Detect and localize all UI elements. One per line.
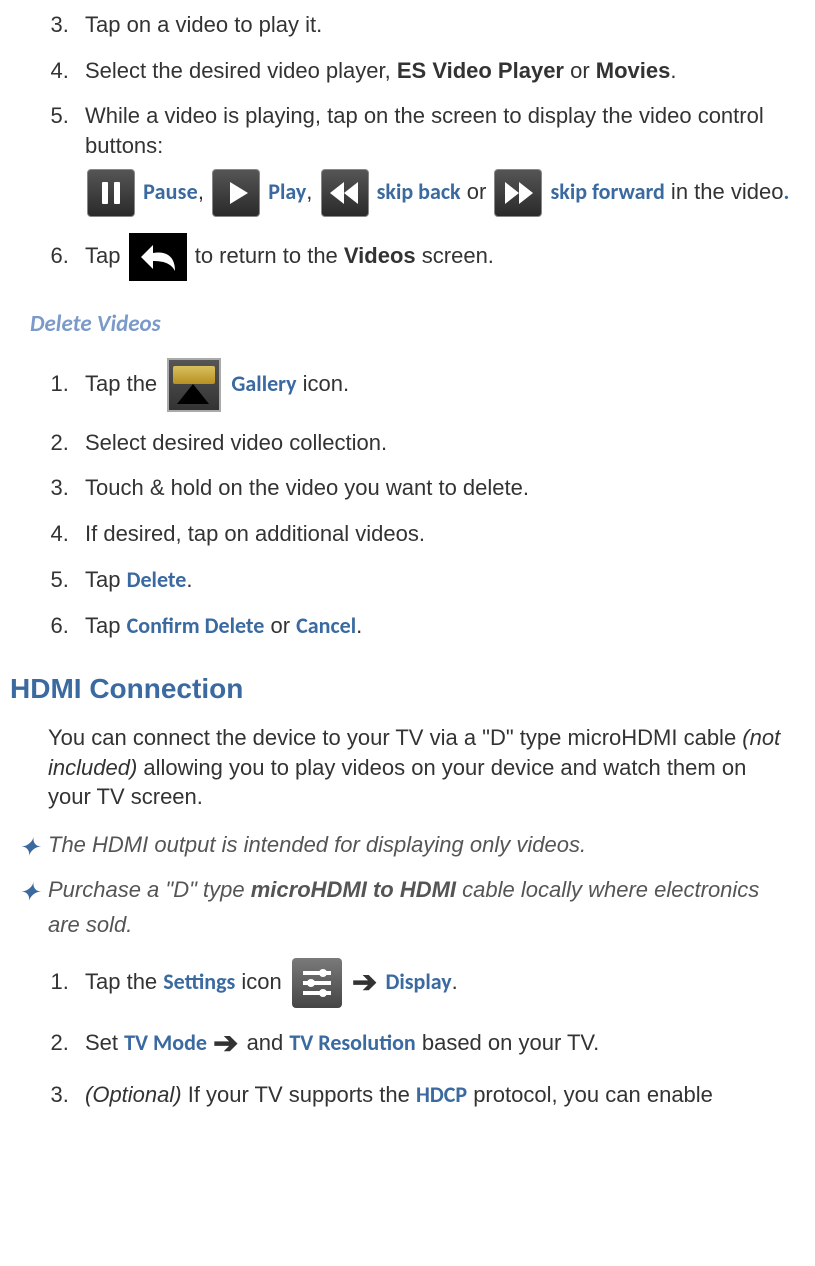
pause-icon	[87, 169, 135, 217]
gallery-label: Gallery	[231, 370, 296, 397]
text: screen.	[416, 243, 494, 268]
text: .	[670, 58, 676, 83]
text: Tap	[85, 243, 127, 268]
step-5: While a video is playing, tap on the scr…	[75, 101, 795, 216]
skip-forward-label: skip forward	[551, 178, 665, 205]
delete-label: Delete	[127, 566, 187, 593]
text: Select the desired video player,	[85, 58, 397, 83]
text: in the video	[665, 179, 784, 204]
display-label: Display	[386, 968, 452, 995]
delete-step-4: If desired, tap on additional videos.	[75, 519, 795, 549]
hdmi-intro: You can connect the device to your TV vi…	[48, 723, 795, 812]
text: icon	[235, 969, 288, 994]
text: icon.	[297, 371, 350, 396]
skip-back-label: skip back	[377, 178, 461, 205]
comma: ,	[198, 179, 210, 204]
text: Tap the	[85, 371, 163, 396]
text: If desired, tap on additional videos.	[85, 521, 425, 546]
text: .	[452, 969, 458, 994]
step-text: Tap on a video to play it.	[85, 12, 322, 37]
skip-back-icon	[321, 169, 369, 217]
arrow-icon: ➔	[213, 1027, 246, 1060]
option-movies: Movies	[596, 58, 671, 83]
hdmi-step-2: Set TV Mode ➔ and TV Resolution based on…	[75, 1024, 795, 1065]
delete-step-6: Tap Confirm Delete or Cancel.	[75, 611, 795, 641]
skip-forward-icon	[494, 169, 542, 217]
text: or	[264, 613, 296, 638]
option-es-video-player: ES Video Player	[397, 58, 564, 83]
tv-mode-label: TV Mode	[124, 1029, 207, 1056]
hdmi-step-1: Tap the Settings icon ➔ Display.	[75, 958, 795, 1008]
video-playback-steps: Tap on a video to play it. Select the de…	[10, 10, 795, 281]
comma: ,	[306, 179, 318, 204]
note-2: ✦Purchase a "D" type microHDMI to HDMI c…	[48, 875, 795, 940]
delete-videos-steps: Tap the Gallery icon. Select desired vid…	[10, 358, 795, 640]
text: You can connect the device to your TV vi…	[48, 725, 742, 750]
gallery-icon	[167, 358, 221, 412]
text: .	[783, 178, 789, 205]
videos-screen: Videos	[344, 243, 416, 268]
settings-label: Settings	[163, 968, 235, 995]
note-text: The HDMI output is intended for displayi…	[48, 832, 586, 857]
text: While a video is playing, tap on the scr…	[85, 103, 764, 158]
star-icon: ✦	[18, 830, 48, 865]
text: protocol, you can enable	[467, 1082, 713, 1107]
text: or	[461, 179, 493, 204]
optional-label: (Optional)	[85, 1082, 182, 1107]
hdcp-label: HDCP	[416, 1081, 467, 1108]
cable-type: microHDMI to HDMI	[251, 877, 456, 902]
hdmi-steps: Tap the Settings icon ➔ Display. Set TV …	[10, 958, 795, 1110]
delete-step-3: Touch & hold on the video you want to de…	[75, 473, 795, 503]
text: If your TV supports the	[182, 1082, 416, 1107]
text: to return to the	[189, 243, 344, 268]
step-6: Tap to return to the Videos screen.	[75, 233, 795, 281]
play-icon	[212, 169, 260, 217]
text: Tap the	[85, 969, 163, 994]
heading-hdmi-connection: HDMI Connection	[10, 670, 795, 708]
text: Tap	[85, 613, 127, 638]
confirm-delete-label: Confirm Delete	[127, 612, 265, 639]
heading-delete-videos: Delete Videos	[30, 309, 795, 340]
settings-icon	[292, 958, 342, 1008]
arrow-icon: ➔	[352, 966, 385, 999]
text: Select desired video collection.	[85, 430, 387, 455]
text: .	[186, 567, 192, 592]
back-icon	[129, 233, 187, 281]
cancel-label: Cancel	[296, 612, 356, 639]
text: Purchase a "D" type	[48, 877, 251, 902]
delete-step-2: Select desired video collection.	[75, 428, 795, 458]
text: allowing you to play videos on your devi…	[48, 755, 746, 810]
tv-resolution-label: TV Resolution	[289, 1029, 415, 1056]
text: based on your TV.	[416, 1030, 599, 1055]
pause-label: Pause	[143, 178, 198, 205]
play-label: Play	[268, 178, 306, 205]
text: Set	[85, 1030, 124, 1055]
note-1: ✦The HDMI output is intended for display…	[48, 830, 795, 865]
text: and	[247, 1030, 290, 1055]
step-4: Select the desired video player, ES Vide…	[75, 56, 795, 86]
hdmi-step-3: (Optional) If your TV supports the HDCP …	[75, 1080, 795, 1110]
delete-step-5: Tap Delete.	[75, 565, 795, 595]
step-3: Tap on a video to play it.	[75, 10, 795, 40]
text: or	[564, 58, 596, 83]
text: Tap	[85, 567, 127, 592]
star-icon: ✦	[18, 875, 48, 910]
text: Touch & hold on the video you want to de…	[85, 475, 529, 500]
delete-step-1: Tap the Gallery icon.	[75, 358, 795, 412]
text: .	[356, 613, 362, 638]
